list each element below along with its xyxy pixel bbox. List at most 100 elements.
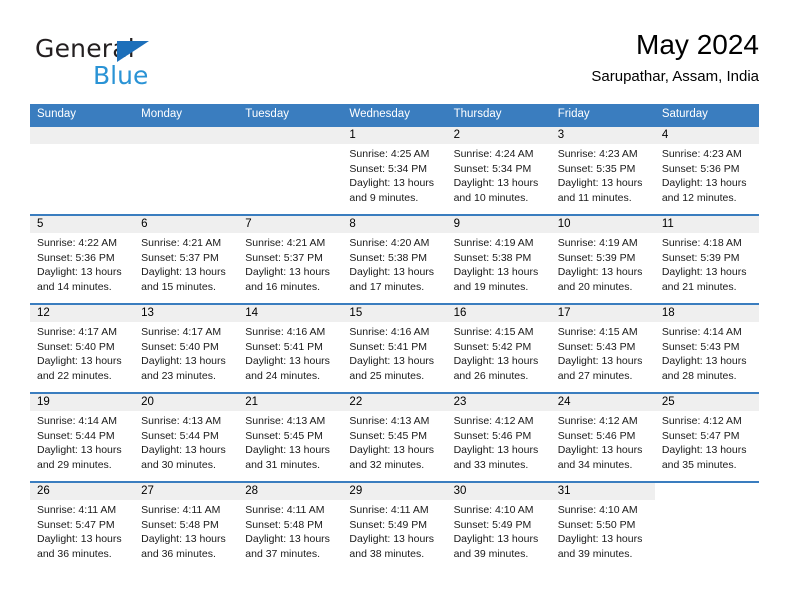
day-number: 21 (238, 394, 343, 411)
sunrise-text: Sunrise: 4:19 AM (453, 237, 534, 249)
daylight-text-line2: and 37 minutes. (245, 547, 320, 560)
calendar-day-cell[interactable]: 28 Sunrise: 4:11 AM Sunset: 5:48 PM Dayligh… (238, 483, 343, 570)
sunrise-text: Sunrise: 4:20 AM (349, 237, 430, 249)
day-number: 13 (134, 305, 239, 322)
calendar-day-cell[interactable]: 26 Sunrise: 4:11 AM Sunset: 5:47 PM Dayligh… (30, 483, 135, 570)
daylight-text-line1: Daylight: 13 hours (557, 177, 643, 190)
daylight-text-line2: and 21 minutes. (661, 280, 737, 293)
daylight-text-line2: and 29 minutes. (37, 458, 112, 471)
day-number (30, 127, 135, 144)
weekday-header-friday: Friday (557, 108, 590, 120)
sunrise-text: Sunrise: 4:22 AM (37, 237, 117, 249)
daylight-text-line2: and 10 minutes. (453, 191, 529, 204)
sunrise-text: Sunrise: 4:23 AM (557, 148, 638, 160)
sunrise-text: Sunrise: 4:13 AM (349, 415, 430, 427)
calendar-day-cell[interactable]: 25 Sunrise: 4:12 AM Sunset: 5:47 PM Dayligh… (654, 394, 759, 481)
calendar-day-cell[interactable]: 21 Sunrise: 4:13 AM Sunset: 5:45 PM Dayligh… (238, 394, 343, 481)
calendar-day-cell[interactable]: 20 Sunrise: 4:13 AM Sunset: 5:44 PM Dayligh… (134, 394, 239, 481)
day-details: Sunrise: 4:11 AM Sunset: 5:47 PM Daylight:… (30, 500, 134, 561)
day-details: Sunrise: 4:21 AM Sunset: 5:37 PM Daylight:… (238, 233, 342, 294)
calendar-day-cell[interactable]: 24 Sunrise: 4:12 AM Sunset: 5:46 PM Dayligh… (550, 394, 655, 481)
calendar-day-cell[interactable]: 18 Sunrise: 4:14 AM Sunset: 5:43 PM Dayligh… (654, 305, 759, 392)
calendar-day-cell[interactable]: 10 Sunrise: 4:19 AM Sunset: 5:39 PM Dayligh… (550, 216, 655, 303)
calendar-day-cell[interactable]: 13 Sunrise: 4:17 AM Sunset: 5:40 PM Dayligh… (134, 305, 239, 392)
calendar-day-cell[interactable]: 31 Sunrise: 4:10 AM Sunset: 5:50 PM Dayligh… (550, 483, 655, 570)
sunset-text: Sunset: 5:49 PM (453, 518, 532, 531)
daylight-text-line1: Daylight: 13 hours (245, 533, 330, 546)
general-blue-logo[interactable]: General Blue (35, 34, 215, 92)
daylight-text-line1: Daylight: 13 hours (661, 177, 747, 190)
daylight-text-line1: Daylight: 13 hours (661, 266, 747, 279)
daylight-text-line2: and 33 minutes. (453, 458, 529, 471)
sunset-text: Sunset: 5:45 PM (349, 429, 428, 442)
daylight-text-line2: and 11 minutes. (557, 191, 632, 204)
day-number: 26 (30, 483, 135, 500)
weekday-header-sunday: Sunday (37, 108, 77, 120)
weekday-header-wednesday: Wednesday (349, 108, 410, 120)
sunrise-text: Sunrise: 4:12 AM (557, 415, 638, 427)
day-details: Sunrise: 4:19 AM Sunset: 5:39 PM Daylight:… (551, 233, 655, 294)
daylight-text-line2: and 16 minutes. (245, 280, 320, 293)
daylight-text-line2: and 9 minutes. (349, 191, 419, 204)
daylight-text-line1: Daylight: 13 hours (557, 266, 643, 279)
calendar-day-cell[interactable]: 29 Sunrise: 4:11 AM Sunset: 5:49 PM Dayligh… (342, 483, 447, 570)
calendar-day-cell[interactable]: 23 Sunrise: 4:12 AM Sunset: 5:46 PM Dayligh… (446, 394, 551, 481)
daylight-text-line2: and 34 minutes. (557, 458, 633, 471)
daylight-text-line1: Daylight: 13 hours (245, 444, 330, 457)
daylight-text-line2: and 39 minutes. (453, 547, 529, 560)
sunset-text: Sunset: 5:34 PM (349, 162, 428, 175)
sunrise-text: Sunrise: 4:24 AM (453, 148, 534, 160)
calendar-day-cell[interactable]: 2 Sunrise: 4:24 AM Sunset: 5:34 PM Daylight… (446, 127, 551, 214)
calendar-day-cell[interactable]: 19 Sunrise: 4:14 AM Sunset: 5:44 PM Dayligh… (30, 394, 135, 481)
calendar-day-cell[interactable]: 16 Sunrise: 4:15 AM Sunset: 5:42 PM Dayligh… (446, 305, 551, 392)
day-details: Sunrise: 4:13 AM Sunset: 5:44 PM Daylight:… (134, 411, 238, 472)
daylight-text-line2: and 38 minutes. (349, 547, 425, 560)
day-number: 5 (30, 216, 135, 233)
calendar-day-cell[interactable]: 5 Sunrise: 4:22 AM Sunset: 5:36 PM Daylight… (30, 216, 135, 303)
daylight-text-line2: and 19 minutes. (453, 280, 529, 293)
daylight-text-line2: and 14 minutes. (37, 280, 112, 293)
weekday-header-monday: Monday (141, 108, 183, 120)
sunrise-text: Sunrise: 4:11 AM (245, 504, 325, 516)
day-number: 7 (238, 216, 343, 233)
day-details: Sunrise: 4:19 AM Sunset: 5:38 PM Daylight:… (447, 233, 551, 294)
day-details: Sunrise: 4:12 AM Sunset: 5:46 PM Daylight:… (447, 411, 551, 472)
sunrise-text: Sunrise: 4:11 AM (349, 504, 429, 516)
sunrise-text: Sunrise: 4:17 AM (141, 326, 222, 338)
sunrise-text: Sunrise: 4:25 AM (349, 148, 430, 160)
calendar-day-cell[interactable]: 22 Sunrise: 4:13 AM Sunset: 5:45 PM Dayligh… (342, 394, 447, 481)
daylight-text-line1: Daylight: 13 hours (141, 355, 226, 368)
calendar-day-cell[interactable]: 14 Sunrise: 4:16 AM Sunset: 5:41 PM Dayligh… (238, 305, 343, 392)
day-number: 16 (446, 305, 551, 322)
sunrise-text: Sunrise: 4:10 AM (557, 504, 638, 516)
day-details: Sunrise: 4:14 AM Sunset: 5:43 PM Daylight:… (655, 322, 759, 383)
calendar-day-cell[interactable]: 15 Sunrise: 4:16 AM Sunset: 5:41 PM Dayligh… (342, 305, 447, 392)
calendar-day-cell[interactable]: 7 Sunrise: 4:21 AM Sunset: 5:37 PM Daylight… (238, 216, 343, 303)
day-number: 23 (446, 394, 551, 411)
daylight-text-line2: and 30 minutes. (141, 458, 216, 471)
daylight-text-line1: Daylight: 13 hours (141, 444, 226, 457)
calendar-day-cell[interactable]: 27 Sunrise: 4:11 AM Sunset: 5:48 PM Dayligh… (134, 483, 239, 570)
day-number: 31 (550, 483, 655, 500)
day-details: Sunrise: 4:13 AM Sunset: 5:45 PM Daylight:… (238, 411, 342, 472)
calendar-day-cell[interactable]: 6 Sunrise: 4:21 AM Sunset: 5:37 PM Daylight… (134, 216, 239, 303)
calendar-week-row: 5 Sunrise: 4:22 AM Sunset: 5:36 PM Daylight… (30, 214, 759, 303)
daylight-text-line1: Daylight: 13 hours (349, 355, 435, 368)
calendar-day-cell[interactable]: 30 Sunrise: 4:10 AM Sunset: 5:49 PM Dayligh… (446, 483, 551, 570)
calendar-day-cell[interactable]: 3 Sunrise: 4:23 AM Sunset: 5:35 PM Daylight… (550, 127, 655, 214)
calendar-day-cell[interactable]: 9 Sunrise: 4:19 AM Sunset: 5:38 PM Daylight… (446, 216, 551, 303)
daylight-text-line2: and 20 minutes. (557, 280, 633, 293)
sunset-text: Sunset: 5:40 PM (141, 340, 219, 353)
sunrise-text: Sunrise: 4:13 AM (245, 415, 326, 427)
calendar-day-cell[interactable]: 4 Sunrise: 4:23 AM Sunset: 5:36 PM Daylight… (654, 127, 759, 214)
calendar-day-cell[interactable]: 12 Sunrise: 4:17 AM Sunset: 5:40 PM Dayligh… (30, 305, 135, 392)
calendar-day-cell-empty (134, 127, 239, 214)
calendar-day-cell[interactable]: 8 Sunrise: 4:20 AM Sunset: 5:38 PM Daylight… (342, 216, 447, 303)
calendar-day-cell[interactable]: 17 Sunrise: 4:15 AM Sunset: 5:43 PM Dayligh… (550, 305, 655, 392)
sunset-text: Sunset: 5:39 PM (557, 251, 636, 264)
day-details: Sunrise: 4:20 AM Sunset: 5:38 PM Daylight:… (342, 233, 446, 294)
calendar-day-cell[interactable]: 1 Sunrise: 4:25 AM Sunset: 5:34 PM Daylight… (342, 127, 447, 214)
sunset-text: Sunset: 5:43 PM (661, 340, 740, 353)
calendar-day-cell[interactable]: 11 Sunrise: 4:18 AM Sunset: 5:39 PM Dayligh… (654, 216, 759, 303)
sunrise-text: Sunrise: 4:21 AM (141, 237, 222, 249)
